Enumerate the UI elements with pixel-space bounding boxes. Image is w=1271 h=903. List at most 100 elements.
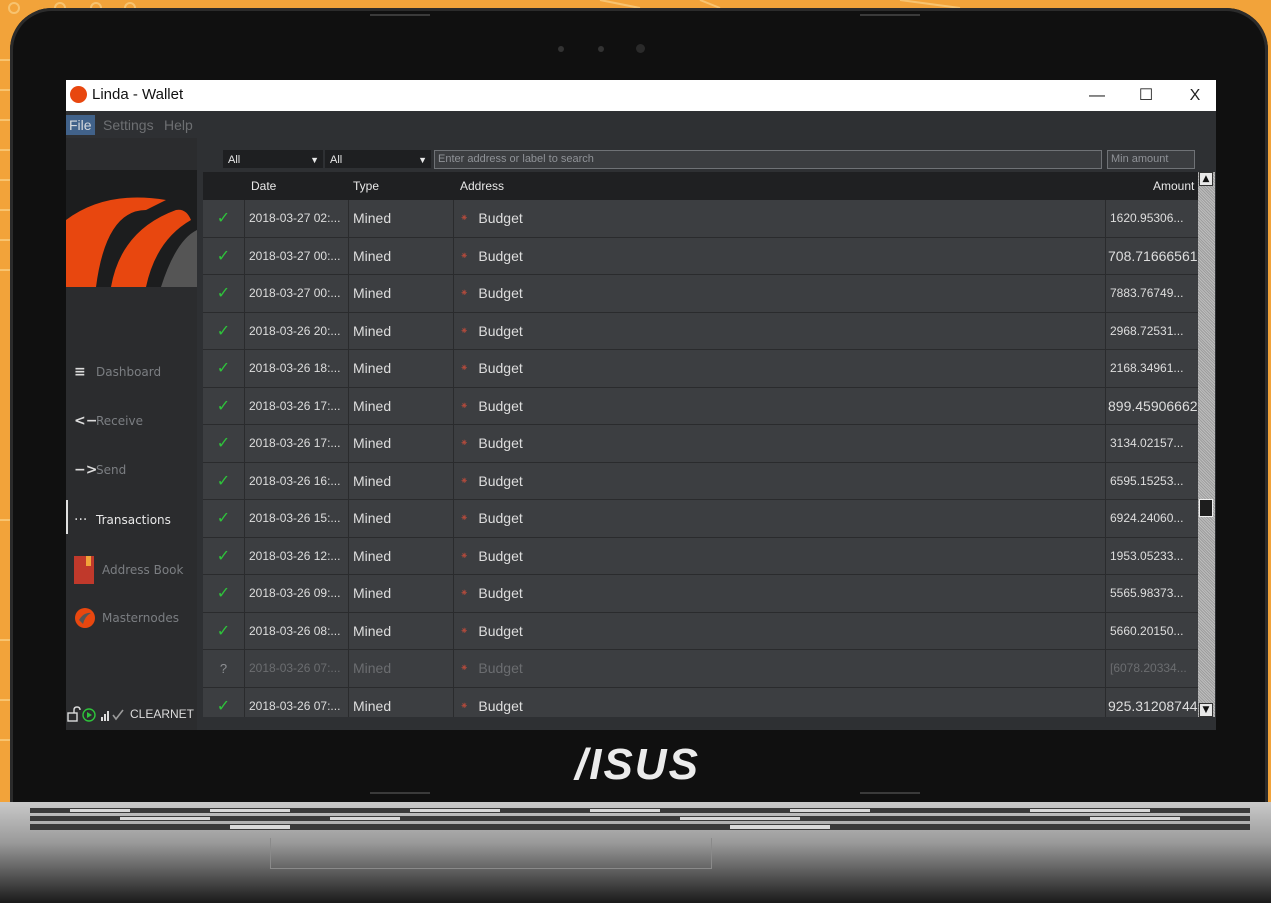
scrollbar-thumb[interactable] (1199, 499, 1213, 517)
column-header-address[interactable]: Address (460, 172, 504, 200)
scroll-up-icon[interactable]: ▲ (1199, 172, 1213, 186)
confirmed-check-icon: ✓ (203, 500, 245, 537)
table-row[interactable]: ✓ 2018-03-26 07:... Mined ⁕ Budget 925.312087… (203, 687, 1198, 717)
table-row[interactable]: ✓ 2018-03-26 08:... Mined ⁕ Budget 5660.20150… (203, 612, 1198, 650)
row-address: ⁕ Budget (454, 425, 1106, 462)
sidebar-item-masternodes[interactable]: Masternodes (74, 604, 179, 632)
row-address-label: Budget (478, 510, 523, 526)
sidebar-item-transactions[interactable]: ··· Transactions (74, 506, 171, 534)
sidebar-item-dashboard[interactable]: ≡ Dashboard (74, 358, 161, 386)
menu-bar: File Settings Help (66, 111, 1216, 138)
table-row[interactable]: ? 2018-03-26 07:... Mined ⁕ Budget [6078.2033… (203, 650, 1198, 688)
row-date: 2018-03-26 15:... (245, 500, 349, 537)
menu-settings[interactable]: Settings (100, 115, 157, 135)
status-bar: CLEARNET (66, 703, 197, 725)
chevron-down-icon: ▼ (418, 155, 427, 165)
table-row[interactable]: ✓ 2018-03-26 15:... Mined ⁕ Budget 6924.24060… (203, 500, 1198, 538)
row-address: ⁕ Budget (454, 537, 1106, 575)
bezel-line (370, 14, 430, 16)
confirmed-check-icon: ✓ (203, 612, 245, 650)
table-row[interactable]: ✓ 2018-03-26 16:... Mined ⁕ Budget 6595.15253… (203, 462, 1198, 500)
table-row[interactable]: ✓ 2018-03-26 17:... Mined ⁕ Budget 899.459066… (203, 387, 1198, 425)
table-row[interactable]: ✓ 2018-03-26 17:... Mined ⁕ Budget 3134.02157… (203, 425, 1198, 463)
min-amount-input[interactable]: Min amount (1107, 150, 1195, 169)
close-button[interactable]: X (1172, 81, 1216, 110)
title-bar: Linda - Wallet — ☐ X (66, 80, 1216, 111)
minimize-button[interactable]: — (1074, 81, 1120, 110)
row-address-label: Budget (478, 360, 523, 376)
row-address: ⁕ Budget (454, 387, 1106, 425)
pin-icon: ⁕ (460, 325, 469, 337)
confirmed-check-icon: ✓ (203, 687, 245, 717)
status-icons (67, 706, 124, 722)
pin-icon: ⁕ (460, 625, 469, 637)
pin-icon: ⁕ (460, 663, 469, 674)
row-address-label: Budget (478, 585, 523, 601)
chevron-down-icon: ▼ (310, 155, 319, 165)
active-indicator (66, 500, 68, 534)
sidebar-item-label: Address Book (102, 563, 184, 577)
table-row[interactable]: ✓ 2018-03-26 20:... Mined ⁕ Budget 2968.72531… (203, 312, 1198, 350)
row-amount: 7883.76749... (1110, 286, 1184, 300)
table-row[interactable]: ✓ 2018-03-26 12:... Mined ⁕ Budget 1953.05233… (203, 537, 1198, 575)
row-address: ⁕ Budget (454, 650, 1106, 687)
table-row[interactable]: ✓ 2018-03-26 18:... Mined ⁕ Budget 2168.34961… (203, 350, 1198, 388)
row-amount: 2168.34961... (1110, 361, 1184, 375)
confirmed-check-icon: ✓ (203, 462, 245, 500)
menu-file[interactable]: File (66, 115, 95, 135)
row-address-label: Budget (478, 472, 523, 489)
row-amount: 925.31208744 (1108, 697, 1198, 714)
row-type: Mined (349, 462, 454, 500)
sidebar-item-label: Transactions (96, 513, 171, 527)
table-scrollbar[interactable]: ▲ ▼ (1198, 172, 1215, 717)
sidebar-item-address-book[interactable]: Address Book (74, 556, 183, 584)
bezel-line (370, 792, 430, 794)
row-address: ⁕ Budget (454, 500, 1106, 537)
row-date: 2018-03-26 09:... (245, 575, 349, 612)
row-amount: 708.71666561 (1108, 247, 1198, 264)
row-type: Mined (349, 537, 454, 575)
table-row[interactable]: ✓ 2018-03-26 09:... Mined ⁕ Budget 5565.98373… (203, 575, 1198, 613)
sidebar-item-label: Receive (96, 414, 143, 428)
sidebar-item-label: Dashboard (96, 365, 162, 379)
scroll-down-icon[interactable]: ▼ (1199, 703, 1213, 717)
menu-help[interactable]: Help (161, 115, 196, 135)
row-address: ⁕ Budget (454, 350, 1106, 387)
row-address-label: Budget (478, 547, 523, 564)
book-icon (74, 556, 94, 584)
table-row[interactable]: ✓ 2018-03-27 02:... Mined ⁕ Budget 1620.95306… (203, 200, 1198, 238)
row-address-label: Budget (478, 210, 523, 226)
row-date: 2018-03-26 12:... (245, 537, 349, 575)
maximize-button[interactable]: ☐ (1123, 81, 1169, 110)
confirmed-check-icon: ✓ (203, 387, 245, 425)
linda-logo-icon (66, 170, 197, 287)
table-row[interactable]: ✓ 2018-03-27 00:... Mined ⁕ Budget 708.716665… (203, 237, 1198, 275)
row-amount: 2968.72531... (1110, 323, 1184, 338)
unconfirmed-question-icon: ? (203, 650, 245, 687)
pin-icon: ⁕ (460, 400, 469, 412)
row-date: 2018-03-26 18:... (245, 350, 349, 387)
date-filter-select[interactable]: All ▼ (223, 150, 323, 168)
menu-icon: ≡ (74, 364, 86, 380)
sidebar-item-receive[interactable]: <−Receive (74, 407, 143, 435)
column-header-date[interactable]: Date (251, 172, 276, 200)
type-filter-select[interactable]: All ▼ (325, 150, 431, 168)
row-type: Mined (349, 650, 454, 687)
sidebar-item-send[interactable]: −>Send (74, 456, 126, 484)
table-body: ✓ 2018-03-27 02:... Mined ⁕ Budget 1620.95306… (203, 200, 1198, 717)
confirmed-check-icon: ✓ (203, 237, 245, 275)
row-date: 2018-03-26 17:... (245, 387, 349, 425)
sidebar-item-label: Masternodes (102, 611, 179, 625)
column-header-amount[interactable]: Amount (1153, 172, 1194, 200)
row-address-label: Budget (478, 397, 523, 414)
column-header-type[interactable]: Type (353, 172, 379, 200)
address-search-input[interactable]: Enter address or label to search (434, 150, 1102, 169)
row-date: 2018-03-26 16:... (245, 462, 349, 500)
row-amount: 5565.98373... (1110, 586, 1184, 600)
sidebar: ≡ Dashboard <−Receive −>Send ··· Transacti… (66, 138, 197, 730)
row-type: Mined (349, 312, 454, 350)
linda-brand-logo (66, 170, 197, 287)
row-date: 2018-03-27 00:... (245, 275, 349, 312)
table-row[interactable]: ✓ 2018-03-27 00:... Mined ⁕ Budget 7883.76749… (203, 275, 1198, 313)
pin-icon: ⁕ (460, 513, 469, 524)
